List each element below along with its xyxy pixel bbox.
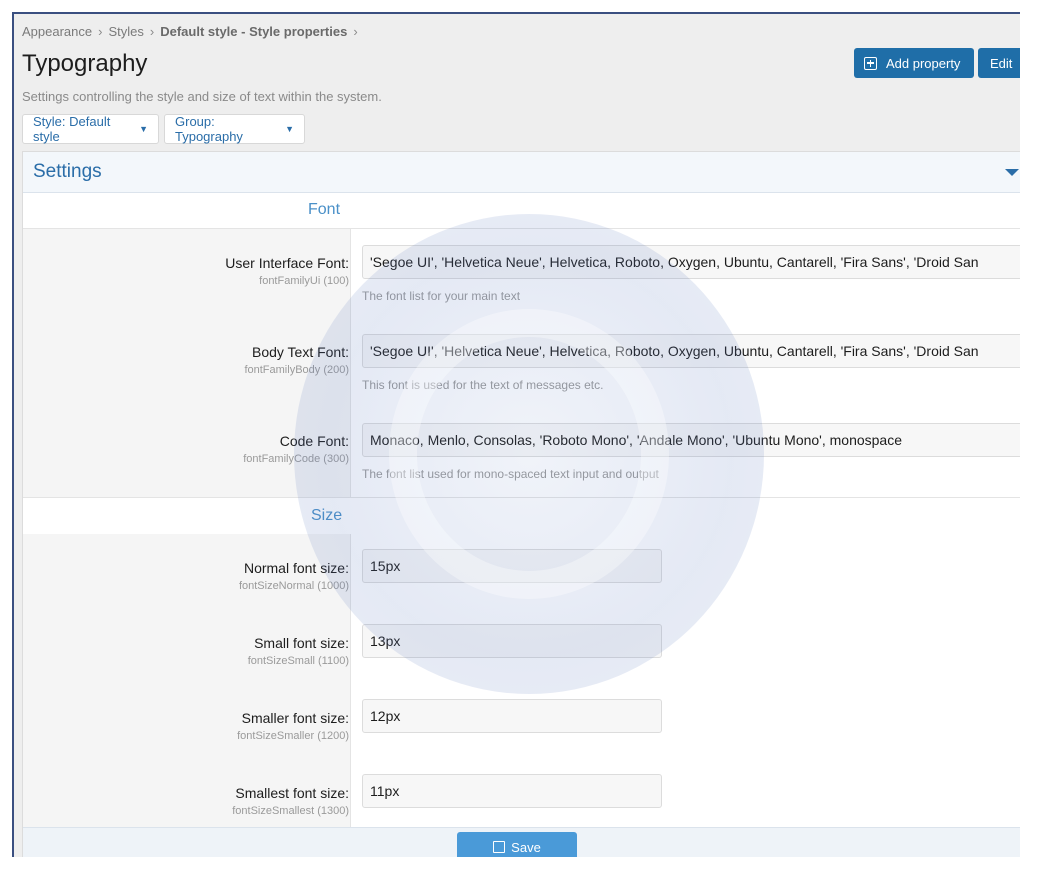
chevron-right-icon: › (149, 24, 155, 39)
form-submit-bar: Save (23, 827, 1020, 857)
field-hint: The font list used for mono-spaced text … (362, 467, 659, 481)
style-filter-dropdown[interactable]: Style: Default style ▼ (22, 114, 159, 144)
settings-block-header[interactable]: Settings (23, 152, 1020, 193)
add-property-label: Add property (886, 55, 961, 71)
chevron-right-icon: › (353, 24, 358, 39)
chevron-right-icon: › (98, 24, 103, 39)
field-label: Smallest font size: (235, 785, 349, 801)
breadcrumb: Appearance › Styles › Default style - Style … (22, 24, 364, 39)
section-header-size: Size (23, 497, 1020, 535)
field-label: Code Font: (279, 433, 349, 449)
font-family-body-input[interactable]: 'Segoe UI', 'Helvetica Neue', Helvetica,… (362, 334, 1020, 368)
page-title: Typography (22, 50, 148, 77)
field-property-name: fontSizeNormal (1000) (238, 580, 349, 592)
collapse-caret-icon[interactable] (1005, 169, 1019, 176)
font-size-smallest-input[interactable]: 11px (362, 774, 662, 808)
font-rows: User Interface Font: fontFamilyUi (100) … (23, 229, 1020, 497)
save-icon (493, 841, 506, 853)
font-family-ui-input[interactable]: 'Segoe UI', 'Helvetica Neue', Helvetica,… (362, 245, 1020, 279)
section-title-font: Font (308, 201, 341, 218)
field-label: Small font size: (254, 635, 349, 651)
page-container: Appearance › Styles › Default style - Style … (12, 12, 1020, 857)
group-filter-label: Group: Typography (175, 114, 243, 144)
field-label: Normal font size: (243, 560, 349, 576)
settings-block-title: Settings (33, 161, 102, 182)
style-filter-label: Style: Default style (33, 114, 111, 144)
breadcrumb-item-style-properties[interactable]: Default style - Style properties (160, 24, 347, 39)
page-description: Settings controlling the style and size … (22, 89, 382, 104)
breadcrumb-item-styles[interactable]: Styles (108, 24, 143, 39)
font-size-smaller-input[interactable]: 12px (362, 699, 662, 733)
edit-button[interactable]: Edit (978, 48, 1020, 78)
field-property-name: fontFamilyBody (200) (244, 364, 349, 376)
field-label: User Interface Font: (225, 255, 349, 271)
group-filter-dropdown[interactable]: Group: Typography ▼ (164, 114, 305, 144)
save-button[interactable]: Save (457, 832, 577, 857)
field-property-name: fontSizeSmall (1100) (247, 655, 349, 667)
settings-block: Settings Font User Interface Font: fontF… (22, 151, 1020, 857)
section-header-font: Font (23, 192, 1020, 229)
section-title-size: Size (311, 507, 343, 524)
field-label: Body Text Font: (251, 344, 349, 360)
add-property-button[interactable]: Add property (854, 48, 974, 78)
font-size-small-input[interactable]: 13px (362, 624, 662, 658)
size-rows: Normal font size: fontSizeNormal (1000) … (23, 534, 1020, 830)
caret-down-icon: ▼ (139, 124, 148, 134)
field-label: Smaller font size: (241, 710, 349, 726)
caret-down-icon: ▼ (285, 124, 294, 134)
field-hint: The font list for your main text (362, 289, 521, 303)
field-property-name: fontSizeSmallest (1300) (232, 805, 349, 817)
field-property-name: fontSizeSmaller (1200) (237, 730, 349, 742)
field-property-name: fontFamilyUi (100) (259, 275, 349, 287)
plus-square-icon (864, 56, 877, 70)
save-label: Save (511, 839, 541, 855)
breadcrumb-item-appearance[interactable]: Appearance (22, 24, 92, 39)
field-hint: This font is used for the text of messag… (362, 378, 604, 392)
font-family-code-input[interactable]: Monaco, Menlo, Consolas, 'Roboto Mono', … (362, 423, 1020, 457)
field-property-name: fontFamilyCode (300) (243, 453, 349, 465)
edit-label: Edit (990, 55, 1013, 71)
font-size-normal-input[interactable]: 15px (362, 549, 662, 583)
